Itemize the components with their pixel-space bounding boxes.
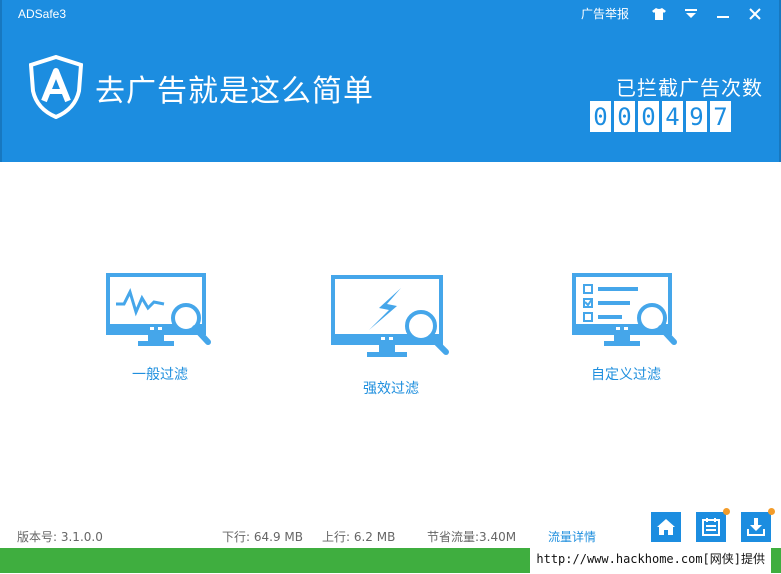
update-notification-badge (768, 508, 775, 515)
update-button[interactable] (741, 508, 775, 542)
counter-digit: 9 (686, 101, 707, 132)
adsafe-window: ADSafe3 广告举报 去广告就是这么简单 已拦截广告次数 0 0 0 4 9… (0, 0, 781, 574)
strong-filter-label: 强效过滤 (363, 381, 419, 397)
tshirt-icon (652, 8, 666, 20)
app-title: ADSafe3 (18, 7, 67, 21)
strong-filter-button[interactable]: 强效过滤 (329, 274, 453, 398)
general-filter-button[interactable]: 一般过滤 (104, 272, 216, 384)
upload-traffic-text: 上行: 6.2 MB (322, 530, 396, 544)
title-bar-controls: 广告举报 (581, 4, 771, 24)
download-traffic-text: 下行: 64.9 MB (222, 530, 303, 544)
custom-filter-label: 自定义过滤 (591, 367, 661, 383)
traffic-detail-link[interactable]: 流量详情 (548, 528, 596, 545)
minimize-button[interactable] (707, 4, 739, 24)
counter-digit: 4 (662, 101, 683, 132)
home-icon (657, 519, 675, 535)
minimize-icon (717, 16, 729, 18)
download-icon (747, 518, 765, 536)
counter-digit: 0 (614, 101, 635, 132)
watermark-text: http://www.hackhome.com[网侠]提供 (530, 548, 771, 574)
close-icon (749, 8, 761, 20)
slogan-text: 去广告就是这么简单 (95, 74, 374, 109)
blocked-count-label: 已拦截广告次数 (616, 76, 763, 100)
blocked-counter: 0 0 0 4 9 7 (590, 101, 731, 132)
close-button[interactable] (739, 4, 771, 24)
menu-button[interactable] (675, 4, 707, 24)
header-banner: ADSafe3 广告举报 去广告就是这么简单 已拦截广告次数 0 0 0 4 9… (0, 0, 781, 162)
calendar-list-icon (702, 518, 720, 536)
report-ad-link[interactable]: 广告举报 (581, 4, 629, 24)
monitor-lightning-search-icon (331, 275, 449, 357)
counter-digit: 7 (710, 101, 731, 132)
custom-filter-button[interactable]: 自定义过滤 (570, 272, 682, 384)
saved-traffic-text: 节省流量:3.40M (427, 530, 517, 544)
monitor-waveform-search-icon (106, 273, 211, 346)
adsafe-shield-logo-icon (29, 55, 83, 119)
monitor-checklist-search-icon (572, 273, 677, 346)
log-button[interactable] (696, 508, 730, 542)
counter-digit: 0 (590, 101, 611, 132)
version-text: 版本号: 3.1.0.0 (17, 530, 103, 544)
skin-button[interactable] (643, 4, 675, 24)
menu-dropdown-icon (685, 9, 697, 18)
general-filter-label: 一般过滤 (132, 367, 188, 383)
counter-digit: 0 (638, 101, 659, 132)
home-button[interactable] (651, 512, 681, 542)
log-notification-badge (723, 508, 730, 515)
